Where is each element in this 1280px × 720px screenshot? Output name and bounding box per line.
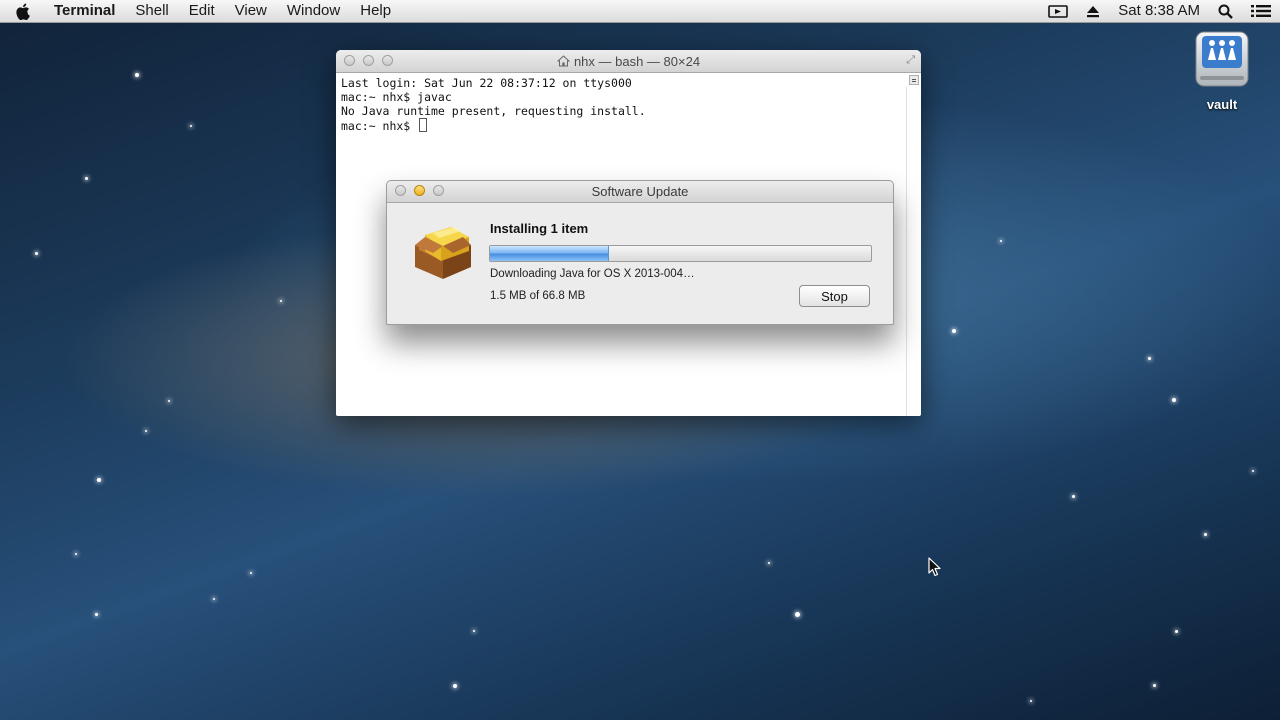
star: [190, 125, 192, 127]
notification-list-icon[interactable]: [1242, 4, 1280, 18]
scrollbar-track[interactable]: [906, 87, 921, 416]
star: [1204, 533, 1207, 536]
network-disk-icon: [1195, 31, 1249, 87]
menu-app-terminal[interactable]: Terminal: [44, 0, 125, 22]
window-controls: [395, 185, 444, 196]
zoom-button[interactable]: [433, 185, 444, 196]
star: [1000, 240, 1002, 242]
menu-view[interactable]: View: [225, 0, 277, 22]
menu-edit[interactable]: Edit: [179, 0, 225, 22]
star: [768, 562, 770, 564]
terminal-line: mac:~ nhx$ javac: [341, 90, 452, 104]
minimize-button[interactable]: [363, 55, 374, 66]
desktop-disk-vault[interactable]: vault: [1190, 30, 1254, 112]
menu-shell[interactable]: Shell: [125, 0, 178, 22]
spotlight-search-icon[interactable]: [1209, 4, 1242, 19]
star: [145, 430, 147, 432]
menu-bar: Terminal Shell Edit View Window Help Sat…: [0, 0, 1280, 23]
terminal-titlebar[interactable]: nhx — bash — 80×24 ⤢: [336, 50, 921, 73]
terminal-line: mac:~ nhx$: [341, 119, 418, 133]
software-update-title: Software Update: [591, 184, 689, 199]
star: [97, 478, 101, 482]
star: [952, 329, 956, 333]
star: [35, 252, 38, 255]
software-update-window[interactable]: Software Update Installing 1 item Downlo…: [386, 180, 894, 325]
software-update-titlebar[interactable]: Software Update: [387, 181, 893, 203]
apple-menu-icon[interactable]: [0, 3, 44, 20]
menu-window[interactable]: Window: [277, 0, 350, 22]
star: [85, 177, 88, 180]
mouse-pointer-icon: [928, 557, 942, 582]
minimize-button[interactable]: [414, 185, 425, 196]
star: [95, 613, 98, 616]
install-heading: Installing 1 item: [490, 221, 589, 236]
stop-button[interactable]: Stop: [799, 285, 870, 307]
download-status: Downloading Java for OS X 2013-004…: [490, 268, 695, 280]
terminal-prompt-line: mac:~ nhx$: [341, 118, 916, 133]
package-icon: [411, 221, 475, 286]
star: [135, 73, 139, 77]
star: [75, 553, 77, 555]
download-size: 1.5 MB of 66.8 MB: [490, 290, 586, 302]
terminal-title: nhx — bash — 80×24: [573, 53, 701, 69]
star: [1148, 357, 1151, 360]
text-cursor: [419, 118, 428, 132]
star: [1252, 470, 1254, 472]
terminal-line: Last login: Sat Jun 22 08:37:12 on ttys0…: [341, 76, 632, 90]
download-progress-bar: [489, 245, 872, 262]
close-button[interactable]: [344, 55, 355, 66]
star: [280, 300, 282, 302]
split-pane-icon[interactable]: [909, 75, 919, 85]
star: [795, 612, 800, 617]
menu-extras: Sat 8:38 AM: [1039, 0, 1280, 22]
zoom-button[interactable]: [382, 55, 393, 66]
window-controls: [344, 55, 393, 66]
progress-fill: [490, 246, 610, 261]
star: [453, 684, 457, 688]
star: [1072, 495, 1075, 498]
home-icon: [556, 55, 570, 67]
star: [1172, 398, 1176, 402]
star: [1030, 700, 1032, 702]
menubar-clock[interactable]: Sat 8:38 AM: [1109, 0, 1209, 22]
star: [473, 630, 475, 632]
screen-record-icon[interactable]: [1039, 4, 1077, 18]
star: [250, 572, 252, 574]
terminal-output[interactable]: Last login: Sat Jun 22 08:37:12 on ttys0…: [336, 73, 921, 136]
star: [1175, 630, 1178, 633]
eject-icon[interactable]: [1077, 5, 1109, 18]
star: [168, 400, 170, 402]
fullscreen-icon[interactable]: ⤢: [906, 54, 915, 67]
star: [213, 598, 215, 600]
close-button[interactable]: [395, 185, 406, 196]
menu-help[interactable]: Help: [350, 0, 401, 22]
terminal-line: No Java runtime present, requesting inst…: [341, 104, 646, 118]
desktop-disk-label: vault: [1206, 97, 1238, 112]
star: [1153, 684, 1156, 687]
